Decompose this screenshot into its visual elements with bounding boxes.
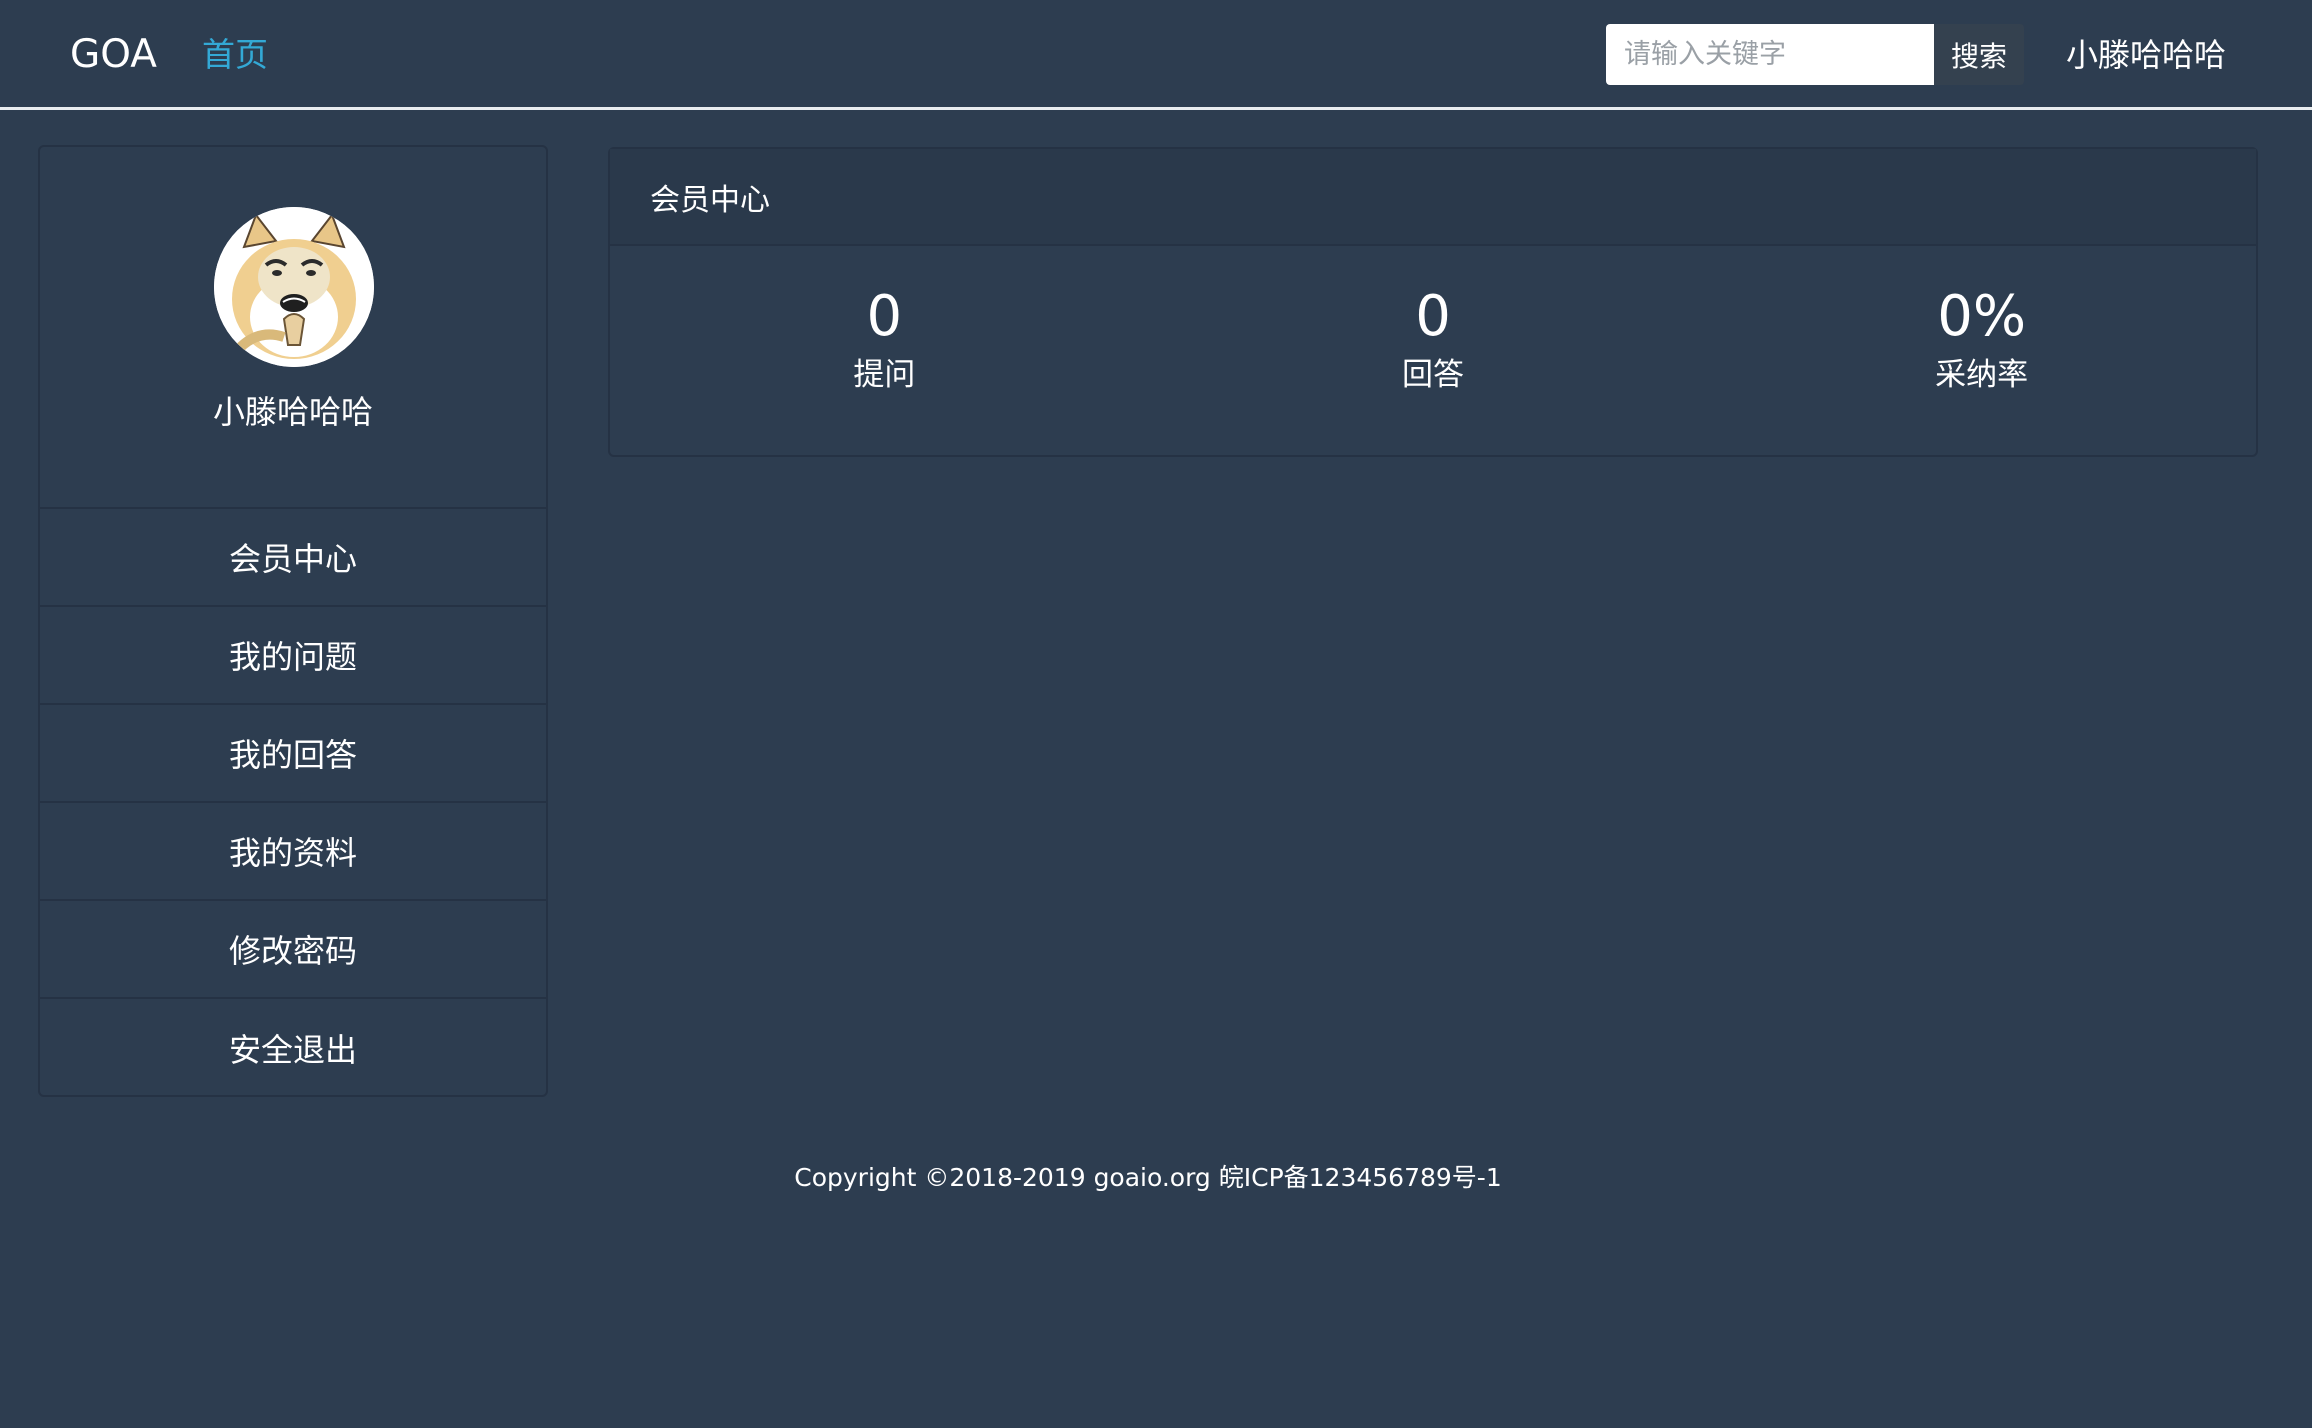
profile-card: 小滕哈哈哈 [40,147,546,509]
stat-value: 0% [1937,284,2027,349]
stat-value: 0 [866,284,903,349]
stat-answers: 0 回答 [1159,246,1708,455]
stat-value: 0 [1415,284,1451,349]
doge-face-icon [214,207,374,367]
search-input[interactable] [1606,24,1934,85]
stat-label: 提问 [853,357,916,393]
sidebar-item-member-center[interactable]: 会员中心 [40,509,546,607]
brand-logo[interactable]: GOA [70,30,157,80]
profile-username: 小滕哈哈哈 [212,393,373,431]
stat-questions: 0 提问 [610,246,1159,455]
footer-copyright: Copyright ©2018-2019 goaio.org 皖ICP备1234… [794,1163,1502,1192]
stat-label: 采纳率 [1935,357,2029,393]
avatar[interactable] [214,207,374,367]
stat-label: 回答 [1402,357,1464,393]
stat-acceptance-rate: 0% 采纳率 [1707,246,2256,455]
sidebar-item-my-profile[interactable]: 我的资料 [40,803,546,901]
search-button[interactable]: 搜索 [1934,24,2024,85]
nav-home-link[interactable]: 首页 [202,30,268,80]
stats-row: 0 提问 0 回答 0% 采纳率 [610,246,2256,455]
sidebar-item-change-password[interactable]: 修改密码 [40,901,546,999]
panel-title: 会员中心 [610,149,2256,246]
member-sidebar: 小滕哈哈哈 会员中心 我的问题 我的回答 我的资料 修改密码 安全退出 [38,145,548,1097]
member-center-panel: 会员中心 0 提问 0 回答 0% 采纳率 [608,147,2258,457]
nav-user-menu[interactable]: 小滕哈哈哈 [2066,30,2226,80]
top-navbar: GOA 首页 搜索 小滕哈哈哈 [0,0,2312,110]
sidebar-item-my-questions[interactable]: 我的问题 [40,607,546,705]
sidebar-item-my-answers[interactable]: 我的回答 [40,705,546,803]
sidebar-item-logout[interactable]: 安全退出 [40,999,546,1097]
